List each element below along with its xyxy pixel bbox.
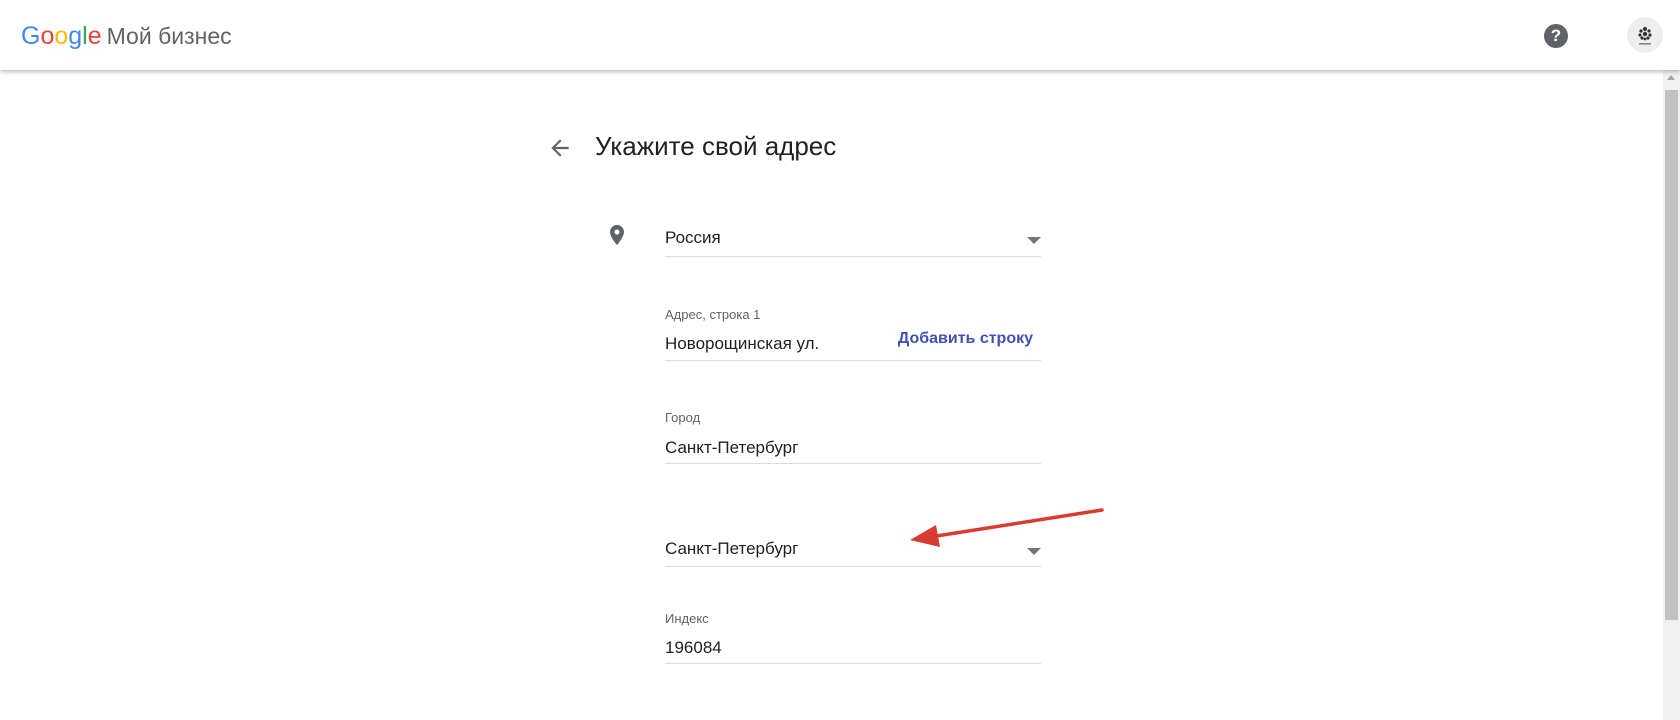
avatar-image xyxy=(1627,17,1663,53)
help-icon: ? xyxy=(1550,26,1562,45)
google-logo-text: Google xyxy=(21,22,102,50)
city-label: Город xyxy=(665,410,701,425)
brand-logo[interactable]: Google Мой бизнес xyxy=(21,20,232,52)
postal-code-label: Индекс xyxy=(665,611,709,626)
account-avatar[interactable] xyxy=(1627,17,1663,53)
caret-down-icon xyxy=(1027,237,1041,244)
address-line1-label: Адрес, строка 1 xyxy=(665,307,761,322)
help-button[interactable]: ? xyxy=(1544,24,1568,48)
address-line1-field[interactable]: Адрес, строка 1 Новорощинская ул. Добави… xyxy=(665,307,1041,361)
page-scrollbar[interactable] xyxy=(1663,70,1680,720)
city-value: Санкт-Петербург xyxy=(665,438,799,457)
region-value: Санкт-Петербург xyxy=(665,539,799,558)
arrow-back-icon xyxy=(551,139,569,157)
country-select[interactable]: Россия xyxy=(665,222,1041,257)
postal-code-value: 196084 xyxy=(665,638,722,657)
add-line-button[interactable]: Добавить строку xyxy=(898,330,1033,348)
back-button[interactable] xyxy=(547,135,573,161)
app-header: Google Мой бизнес ? xyxy=(0,0,1680,70)
annotation-arrow xyxy=(910,508,1104,547)
city-field[interactable]: Город Санкт-Петербург xyxy=(665,410,1041,464)
country-value: Россия xyxy=(665,228,721,247)
scrollbar-thumb[interactable] xyxy=(1665,90,1678,620)
postal-code-field[interactable]: Индекс 196084 xyxy=(665,611,1041,664)
scroll-up-icon[interactable] xyxy=(1667,75,1675,80)
product-name: Мой бизнес xyxy=(106,23,232,49)
location-pin-icon xyxy=(605,223,629,247)
address-line1-value: Новорощинская ул. xyxy=(665,334,820,353)
page-title: Укажите свой адрес xyxy=(595,131,837,161)
